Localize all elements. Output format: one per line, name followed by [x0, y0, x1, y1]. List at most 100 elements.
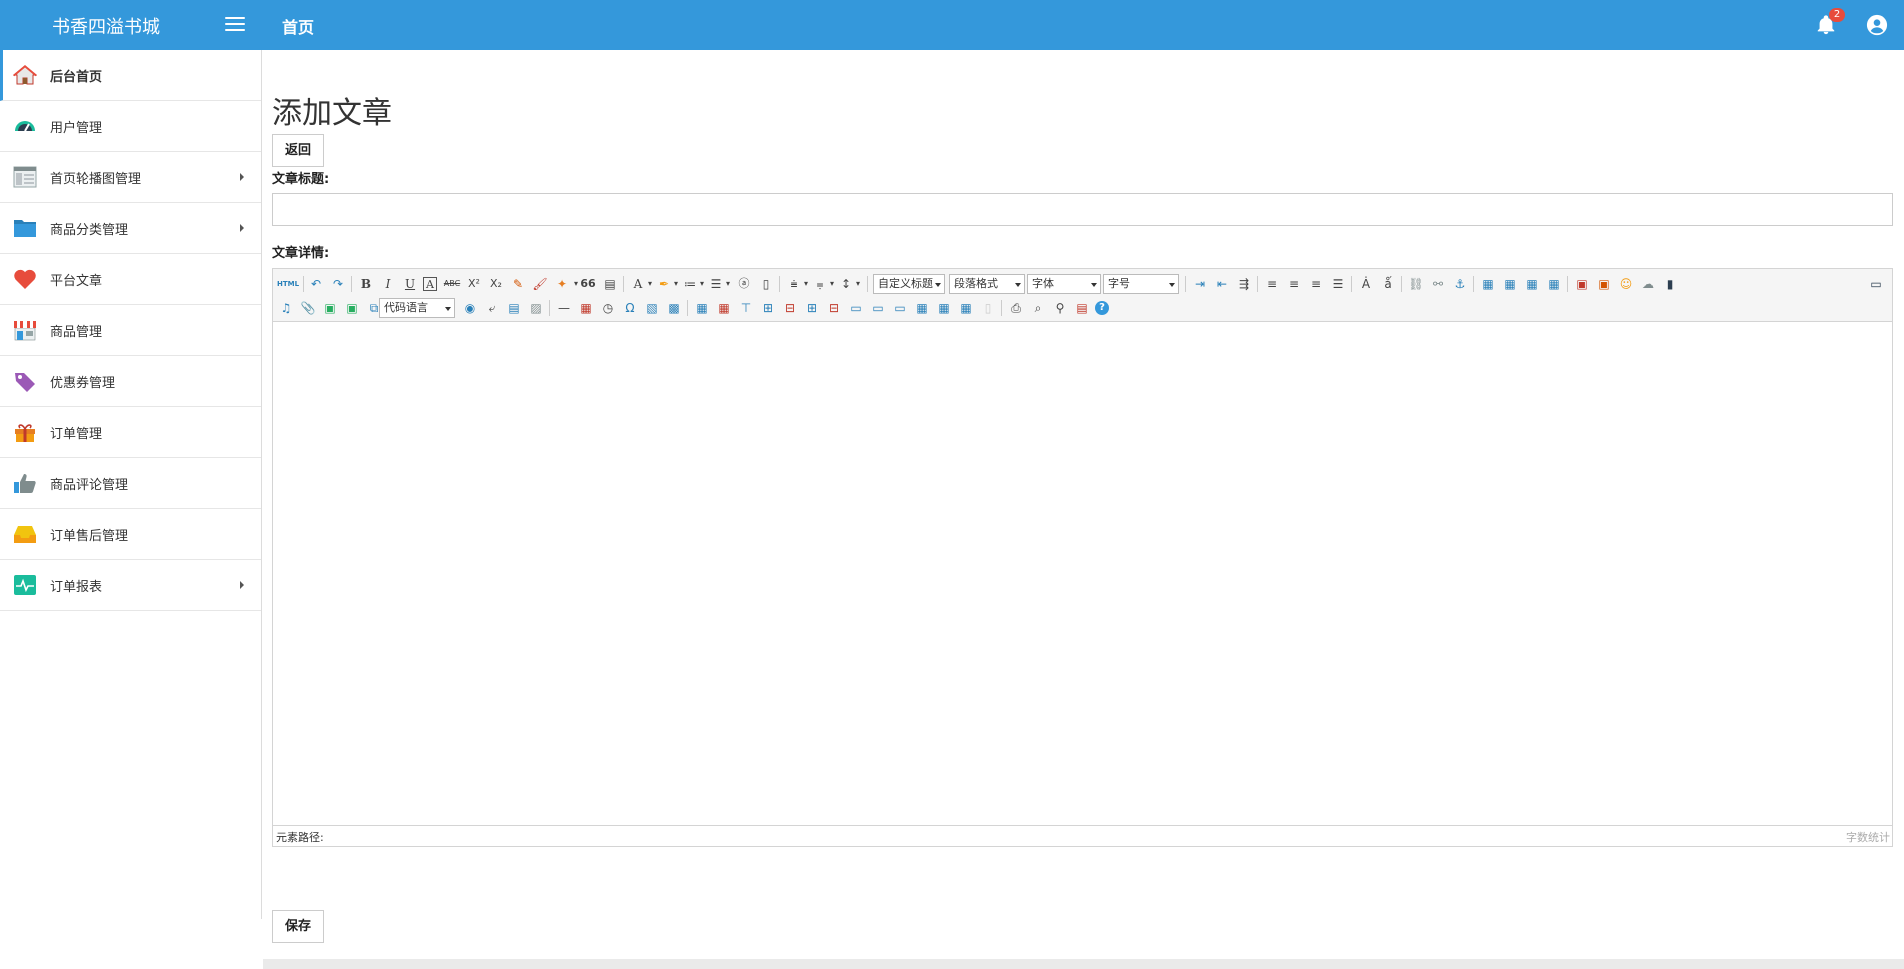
paragraph-format-select[interactable]: 段落格式: [949, 274, 1025, 294]
background-icon[interactable]: ▨: [527, 299, 545, 317]
font-family-select[interactable]: 字体: [1027, 274, 1101, 294]
italic-button[interactable]: I: [379, 275, 397, 293]
custom-title-select[interactable]: 自定义标题: [873, 274, 945, 294]
image-center-icon[interactable]: ▦: [1545, 275, 1563, 293]
merge-down-icon[interactable]: ▭: [891, 299, 909, 317]
insert-row-icon[interactable]: ⊞: [759, 299, 777, 317]
emotion-icon[interactable]: ☺: [1617, 275, 1635, 293]
insert-image-icon[interactable]: ▣: [1595, 275, 1613, 293]
sidebar-item-banner[interactable]: 首页轮播图管理: [0, 152, 261, 203]
gmap-icon[interactable]: ▣: [343, 299, 361, 317]
webapp-icon[interactable]: ◉: [461, 299, 479, 317]
sidebar-item-label: 订单报表: [50, 580, 103, 595]
undo-icon[interactable]: ↶: [307, 275, 325, 293]
font-size-select[interactable]: 字号: [1103, 274, 1179, 294]
horizontal-rule-icon[interactable]: —: [555, 299, 573, 317]
delete-table-icon[interactable]: ▦: [715, 299, 733, 317]
map-icon[interactable]: ▣: [321, 299, 339, 317]
footer-strip: [263, 959, 1904, 969]
link-icon[interactable]: ⛓: [1407, 275, 1425, 293]
split-cols-icon[interactable]: ▦: [957, 299, 975, 317]
template-icon[interactable]: ▤: [505, 299, 523, 317]
date-icon[interactable]: ▦: [577, 299, 595, 317]
code-language-select[interactable]: 代码语言: [379, 298, 455, 318]
save-button[interactable]: 保存: [272, 910, 324, 943]
insert-paragraph-before-table-icon[interactable]: ⊤: [737, 299, 755, 317]
insert-table-icon[interactable]: ▦: [693, 299, 711, 317]
anchor-icon[interactable]: ⚓: [1451, 275, 1469, 293]
preview-icon[interactable]: ⌕: [1029, 299, 1047, 317]
font-border-button[interactable]: A: [423, 277, 437, 291]
insert-col-icon[interactable]: ⊞: [803, 299, 821, 317]
redo-icon[interactable]: ↷: [329, 275, 347, 293]
search-replace-binoculars-icon[interactable]: ⚲: [1051, 299, 1069, 317]
sidebar-item-category[interactable]: 商品分类管理: [0, 203, 261, 254]
sidebar-item-reports[interactable]: 订单报表: [0, 560, 261, 611]
chevron-right-icon: [240, 581, 244, 589]
lowercase-icon[interactable]: ǻ: [1379, 275, 1397, 293]
sidebar-item-aftersale[interactable]: 订单售后管理: [0, 509, 261, 560]
split-rows-icon[interactable]: ▦: [935, 299, 953, 317]
time-icon[interactable]: ◷: [599, 299, 617, 317]
search-replace-icon[interactable]: ▧: [643, 299, 661, 317]
sidebar-item-articles[interactable]: 平台文章: [0, 254, 261, 305]
paste-plain-icon[interactable]: ▤: [601, 275, 619, 293]
remove-format-icon[interactable]: ✎: [509, 275, 527, 293]
superscript-button[interactable]: X²: [465, 275, 483, 293]
sidebar-item-reviews[interactable]: 商品评论管理: [0, 458, 261, 509]
sidebar-item-users[interactable]: 用户管理: [0, 101, 261, 152]
bold-button[interactable]: B: [357, 275, 375, 293]
word-image-icon[interactable]: ▩: [665, 299, 683, 317]
insert-video-icon[interactable]: ▮: [1661, 275, 1679, 293]
help-button[interactable]: ?: [1095, 301, 1109, 315]
align-right-icon[interactable]: ≡: [1307, 275, 1325, 293]
merge-cells-icon[interactable]: ▭: [847, 299, 865, 317]
sidebar-item-orders[interactable]: 订单管理: [0, 407, 261, 458]
uppercase-icon[interactable]: Ȧ: [1357, 275, 1375, 293]
select-all-icon[interactable]: ⓐ: [735, 275, 753, 293]
drafts-icon[interactable]: ▤: [1073, 299, 1091, 317]
attachment-icon[interactable]: 📎: [299, 299, 317, 317]
blockquote-button[interactable]: 66: [579, 275, 597, 293]
strikethrough-button[interactable]: ABC: [443, 275, 461, 293]
indent-icon[interactable]: ⇶: [1235, 275, 1253, 293]
back-button[interactable]: 返回: [272, 134, 324, 167]
image-left-icon[interactable]: ▦: [1501, 275, 1519, 293]
align-justify-icon[interactable]: ☰: [1329, 275, 1347, 293]
merge-right-icon[interactable]: ▭: [869, 299, 887, 317]
format-brush-icon[interactable]: 🖌: [531, 275, 549, 293]
scrawl-icon[interactable]: ☁: [1639, 275, 1657, 293]
rtl-direction-icon[interactable]: ⇤: [1213, 275, 1231, 293]
subscript-button[interactable]: X₂: [487, 275, 505, 293]
fullscreen-icon[interactable]: ▭: [1867, 275, 1885, 293]
split-cells-icon[interactable]: ▦: [913, 299, 931, 317]
image-right-icon[interactable]: ▦: [1523, 275, 1541, 293]
ltr-direction-icon[interactable]: ⇥: [1191, 275, 1209, 293]
simple-upload-icon[interactable]: ▣: [1573, 275, 1591, 293]
shop-icon: [14, 321, 36, 341]
clear-doc-icon[interactable]: ▯: [757, 275, 775, 293]
delete-col-icon[interactable]: ⊟: [825, 299, 843, 317]
unlink-icon[interactable]: ⚯: [1429, 275, 1447, 293]
sidebar-item-products[interactable]: 商品管理: [0, 305, 261, 356]
top-home-link[interactable]: 首页: [282, 14, 314, 38]
editor-content-area[interactable]: [273, 323, 1892, 825]
user-account-icon[interactable]: [1866, 14, 1888, 36]
print-icon[interactable]: ⎙: [1007, 299, 1025, 317]
delete-row-icon[interactable]: ⊟: [781, 299, 799, 317]
align-center-icon[interactable]: ≡: [1285, 275, 1303, 293]
html-source-button[interactable]: HTML: [277, 275, 299, 293]
sidebar-item-coupons[interactable]: 优惠券管理: [0, 356, 261, 407]
image-none-icon[interactable]: ▦: [1479, 275, 1497, 293]
sidebar-item-label: 商品管理: [50, 325, 103, 340]
align-left-icon[interactable]: ≡: [1263, 275, 1281, 293]
sidebar-item-dashboard-home[interactable]: 后台首页: [0, 50, 261, 101]
menu-toggle-icon[interactable]: [225, 17, 245, 33]
article-title-input[interactable]: [272, 193, 1893, 226]
underline-button[interactable]: U: [401, 275, 419, 293]
special-char-button[interactable]: Ω: [621, 299, 639, 317]
music-icon[interactable]: ♫: [277, 299, 295, 317]
pagebreak-icon[interactable]: ⤶: [483, 299, 501, 317]
chevron-down-icon[interactable]: ▾: [849, 275, 867, 293]
charts-icon[interactable]: ▯: [979, 299, 997, 317]
